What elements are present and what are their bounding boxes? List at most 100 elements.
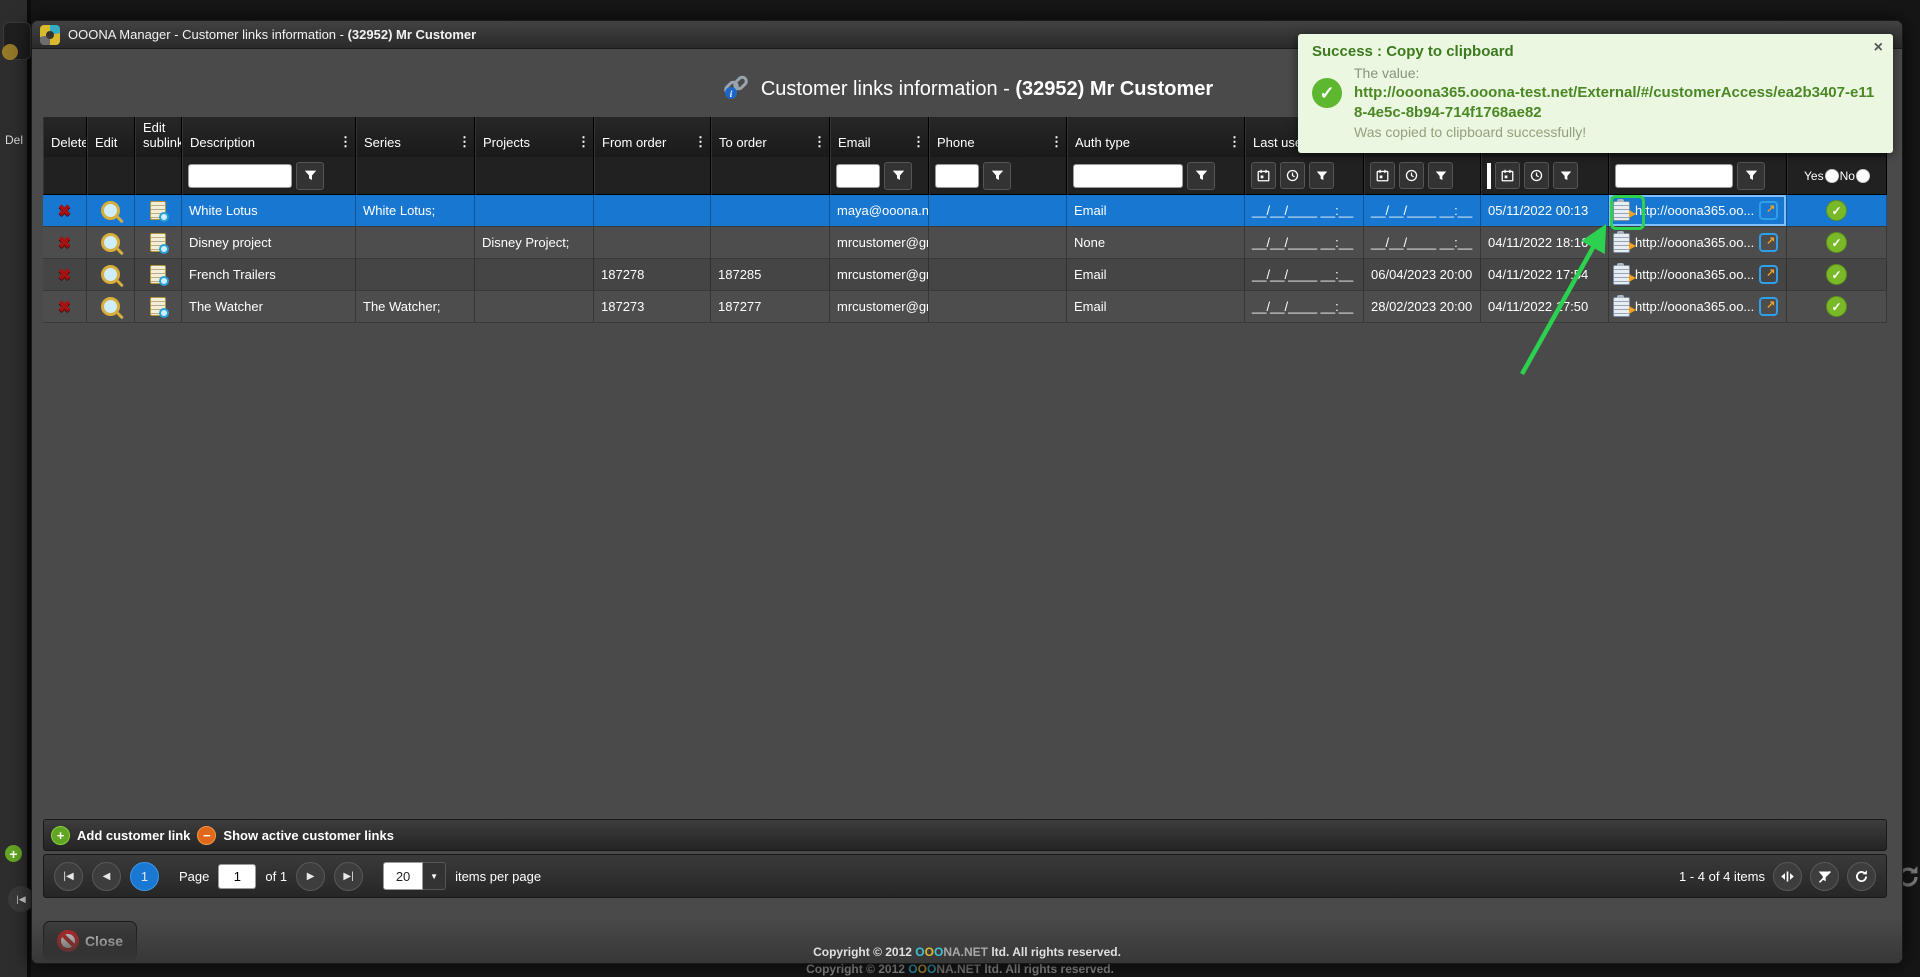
delete-button[interactable]: ✖ — [58, 297, 71, 317]
url-filter-input[interactable] — [1615, 164, 1733, 188]
column-header-edit-sublinks[interactable]: Edit sublinks — [135, 117, 182, 157]
date-input-caret[interactable] — [1487, 163, 1491, 189]
table-row[interactable]: ✖ French Trailers 187278 187285 mrcustom… — [43, 259, 1887, 291]
column-header-auth-type[interactable]: Auth type⋮ — [1067, 117, 1245, 157]
active-check-icon[interactable]: ✓ — [1826, 296, 1847, 317]
background-logo-fragment-icon — [2, 44, 18, 60]
show-active-icon[interactable]: − — [197, 826, 216, 845]
column-header-from-order[interactable]: From order⋮ — [594, 117, 711, 157]
cell-url: http://ooona365.oo... ↗ — [1609, 195, 1787, 226]
active-check-icon[interactable]: ✓ — [1826, 264, 1847, 285]
column-menu-icon[interactable]: ⋮ — [694, 135, 707, 150]
table-row[interactable]: ✖ Disney project Disney Project; mrcusto… — [43, 227, 1887, 259]
filter-funnel-button[interactable] — [1187, 162, 1215, 190]
email-filter-input[interactable] — [836, 164, 880, 188]
column-menu-icon[interactable]: ⋮ — [577, 135, 590, 150]
filter-funnel-button[interactable] — [983, 162, 1011, 190]
prev-page-button[interactable]: ◀ — [92, 862, 121, 891]
calendar-icon[interactable] — [1251, 162, 1276, 189]
open-link-button[interactable]: ↗ — [1759, 201, 1778, 220]
edit-button[interactable] — [101, 265, 120, 284]
calendar-icon[interactable] — [1370, 162, 1395, 189]
edit-sublinks-button[interactable] — [150, 297, 166, 316]
close-icon[interactable]: × — [1874, 40, 1883, 56]
page-input[interactable] — [218, 864, 256, 889]
last-page-button[interactable]: ▶| — [334, 862, 363, 891]
column-header-email[interactable]: Email⋮ — [830, 117, 929, 157]
cell-from-order: 187273 — [594, 291, 711, 322]
fit-columns-button[interactable] — [1773, 862, 1802, 891]
filter-funnel-button[interactable] — [1737, 162, 1765, 190]
column-menu-icon[interactable]: ⋮ — [813, 135, 826, 150]
no-radio[interactable] — [1856, 169, 1870, 183]
first-page-button[interactable]: |◀ — [54, 862, 83, 891]
next-page-button[interactable]: ▶ — [296, 862, 325, 891]
filter-funnel-button[interactable] — [1428, 162, 1453, 189]
clear-filters-button[interactable] — [1810, 862, 1839, 891]
edit-sublinks-button[interactable] — [150, 201, 166, 220]
column-header-to-order[interactable]: To order⋮ — [711, 117, 830, 157]
table-row[interactable]: ✖ The Watcher The Watcher; 187273 187277… — [43, 291, 1887, 323]
show-active-links-button[interactable]: Show active customer links — [223, 828, 394, 843]
copy-url-button[interactable] — [1613, 201, 1630, 221]
filter-funnel-button[interactable] — [1309, 162, 1334, 189]
cell-projects — [475, 291, 594, 322]
column-menu-icon[interactable]: ⋮ — [458, 135, 471, 150]
calendar-icon[interactable] — [1495, 162, 1520, 189]
edit-sublinks-button[interactable] — [150, 265, 166, 284]
delete-button[interactable]: ✖ — [58, 233, 71, 253]
column-menu-icon[interactable]: ⋮ — [912, 135, 925, 150]
clock-icon[interactable] — [1280, 162, 1305, 189]
column-menu-icon[interactable]: ⋮ — [1228, 135, 1241, 150]
edit-button[interactable] — [101, 201, 120, 220]
clock-icon[interactable] — [1524, 162, 1549, 189]
filter-cell-email — [830, 157, 929, 195]
column-menu-icon[interactable]: ⋮ — [1050, 135, 1063, 150]
clock-icon[interactable] — [1399, 162, 1424, 189]
chevron-down-icon[interactable]: ▼ — [423, 862, 446, 890]
filter-funnel-button[interactable] — [1553, 162, 1578, 189]
add-icon[interactable]: + — [51, 826, 70, 845]
current-page-button[interactable]: 1 — [130, 862, 159, 891]
filter-funnel-button[interactable] — [884, 162, 912, 190]
description-filter-input[interactable] — [188, 164, 292, 188]
open-link-button[interactable]: ↗ — [1759, 297, 1778, 316]
filter-funnel-button[interactable] — [296, 162, 324, 190]
filter-cell-projects — [475, 157, 594, 195]
active-check-icon[interactable]: ✓ — [1826, 200, 1847, 221]
yes-radio[interactable] — [1825, 169, 1839, 183]
background-copyright: Copyright © 2012 OOONA.NET ltd. All righ… — [0, 962, 1920, 976]
cell-to-order: 187285 — [711, 259, 830, 290]
edit-button[interactable] — [101, 233, 120, 252]
active-check-icon[interactable]: ✓ — [1826, 232, 1847, 253]
cell-auth-type: Email — [1067, 195, 1245, 226]
delete-button[interactable]: ✖ — [58, 201, 71, 221]
table-row[interactable]: ✖ White Lotus White Lotus; maya@ooona.ne… — [43, 195, 1887, 227]
cell-to-order: 187277 — [711, 291, 830, 322]
customer-links-dialog: OOONA Manager - Customer links informati… — [31, 20, 1903, 964]
delete-button[interactable]: ✖ — [58, 265, 71, 285]
column-header-description[interactable]: Description⋮ — [182, 117, 356, 157]
column-header-projects[interactable]: Projects⋮ — [475, 117, 594, 157]
url-text: http://ooona365.oo... — [1635, 299, 1754, 314]
column-header-phone[interactable]: Phone⋮ — [929, 117, 1067, 157]
copy-url-button[interactable] — [1613, 265, 1630, 285]
url-text: http://ooona365.oo... — [1635, 235, 1754, 250]
auth-type-filter-input[interactable] — [1073, 164, 1183, 188]
cell-phone — [929, 259, 1067, 290]
column-header-edit[interactable]: Edit — [87, 117, 135, 157]
cell-series: White Lotus; — [356, 195, 475, 226]
column-header-series[interactable]: Series⋮ — [356, 117, 475, 157]
open-link-button[interactable]: ↗ — [1759, 233, 1778, 252]
phone-filter-input[interactable] — [935, 164, 979, 188]
open-link-button[interactable]: ↗ — [1759, 265, 1778, 284]
copy-url-button[interactable] — [1613, 297, 1630, 317]
refresh-button[interactable] — [1847, 862, 1876, 891]
copy-url-button[interactable] — [1613, 233, 1630, 253]
add-customer-link-button[interactable]: Add customer link — [77, 828, 190, 843]
edit-button[interactable] — [101, 297, 120, 316]
column-header-delete[interactable]: Delete — [43, 117, 87, 157]
edit-sublinks-button[interactable] — [150, 233, 166, 252]
page-size-select[interactable]: 20 — [383, 862, 423, 890]
column-menu-icon[interactable]: ⋮ — [339, 135, 352, 150]
